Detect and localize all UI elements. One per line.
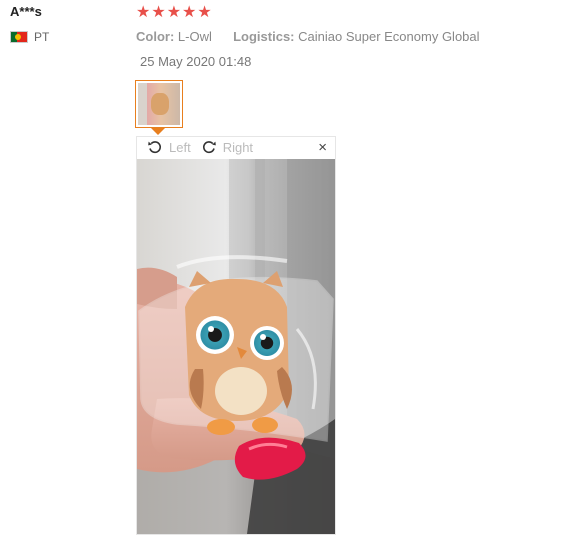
star-rating: ★ ★ ★ ★ ★ (136, 4, 212, 22)
rotate-right-label: Right (222, 139, 254, 155)
color-value: L-Owl (177, 29, 212, 44)
country-code: PT (34, 30, 50, 44)
review-date: 25 May 2020 01:48 (140, 54, 252, 69)
close-icon[interactable]: × (318, 139, 327, 156)
review-photo (137, 159, 335, 534)
logistics-value: Cainiao Super Economy Global (298, 29, 480, 44)
rotate-right-button[interactable]: Right (201, 139, 253, 155)
rotate-left-label: Left (169, 139, 191, 155)
review-photo-thumbnail[interactable] (135, 80, 183, 128)
reviewer-name: A***s (10, 4, 42, 19)
review-meta: Color: L-Owl Logistics: Cainiao Super Ec… (136, 29, 480, 44)
rotate-right-icon (202, 141, 216, 154)
star-icon: ★ (182, 4, 197, 21)
star-icon: ★ (151, 4, 166, 21)
thumbnail-image (138, 83, 180, 125)
logistics-label: Logistics: (233, 29, 295, 44)
rotate-left-icon (148, 141, 162, 154)
thumbnail-selected-caret (151, 128, 165, 135)
viewer-toolbar: Left Right × (137, 137, 335, 157)
owl-photo-illustration (137, 159, 335, 534)
photo-viewer: Left Right × (136, 136, 336, 535)
rotate-left-button[interactable]: Left (147, 139, 191, 155)
color-label: Color: (136, 29, 175, 44)
star-icon: ★ (197, 4, 212, 21)
star-icon: ★ (166, 4, 182, 21)
reviewer-country: PT (10, 30, 49, 44)
star-icon: ★ (136, 4, 151, 21)
portugal-flag-icon (10, 31, 28, 43)
